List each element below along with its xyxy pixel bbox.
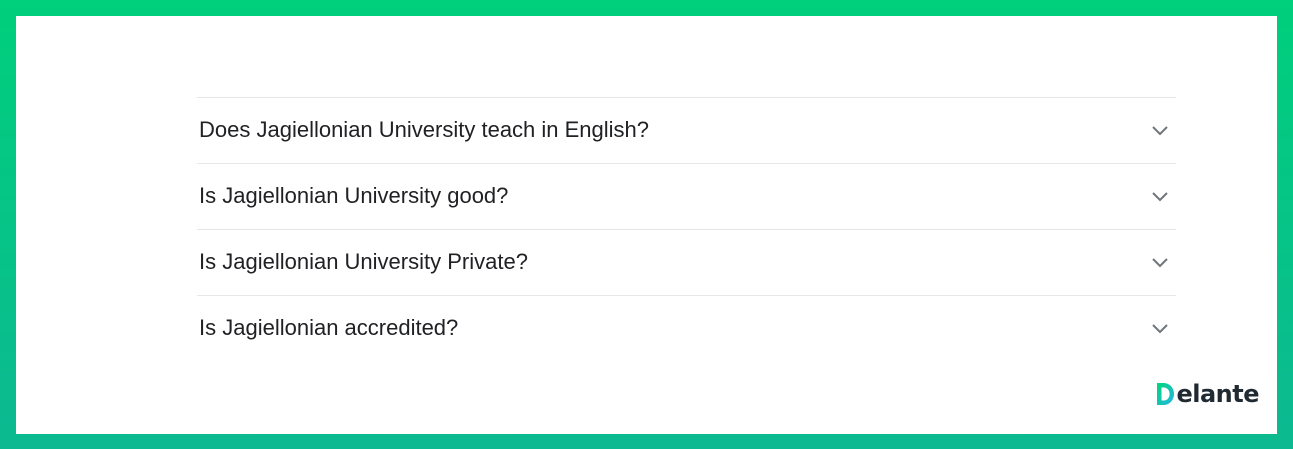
faq-question: Is Jagiellonian accredited? — [199, 315, 459, 340]
faq-item[interactable]: Does Jagiellonian University teach in En… — [197, 98, 1176, 164]
faq-question: Does Jagiellonian University teach in En… — [199, 117, 650, 142]
delante-logo: elante — [1155, 378, 1259, 406]
content-canvas: Does Jagiellonian University teach in En… — [16, 16, 1277, 434]
chevron-down-icon[interactable] — [1150, 318, 1170, 338]
chevron-down-icon[interactable] — [1150, 252, 1170, 272]
logo-text: elante — [1176, 380, 1259, 408]
chevron-down-icon[interactable] — [1150, 186, 1170, 206]
branded-frame: Does Jagiellonian University teach in En… — [0, 0, 1293, 449]
faq-question: Is Jagiellonian University Private? — [199, 249, 528, 274]
delante-logo-mark — [1157, 383, 1175, 405]
faq-item[interactable]: Is Jagiellonian University Private? — [197, 230, 1176, 296]
faq-item[interactable]: Is Jagiellonian University good? — [197, 164, 1176, 230]
faq-question: Is Jagiellonian University good? — [199, 183, 509, 208]
faq-item[interactable]: Is Jagiellonian accredited? — [197, 296, 1176, 361]
chevron-down-icon[interactable] — [1150, 120, 1170, 140]
people-also-ask-list: Does Jagiellonian University teach in En… — [197, 97, 1176, 361]
